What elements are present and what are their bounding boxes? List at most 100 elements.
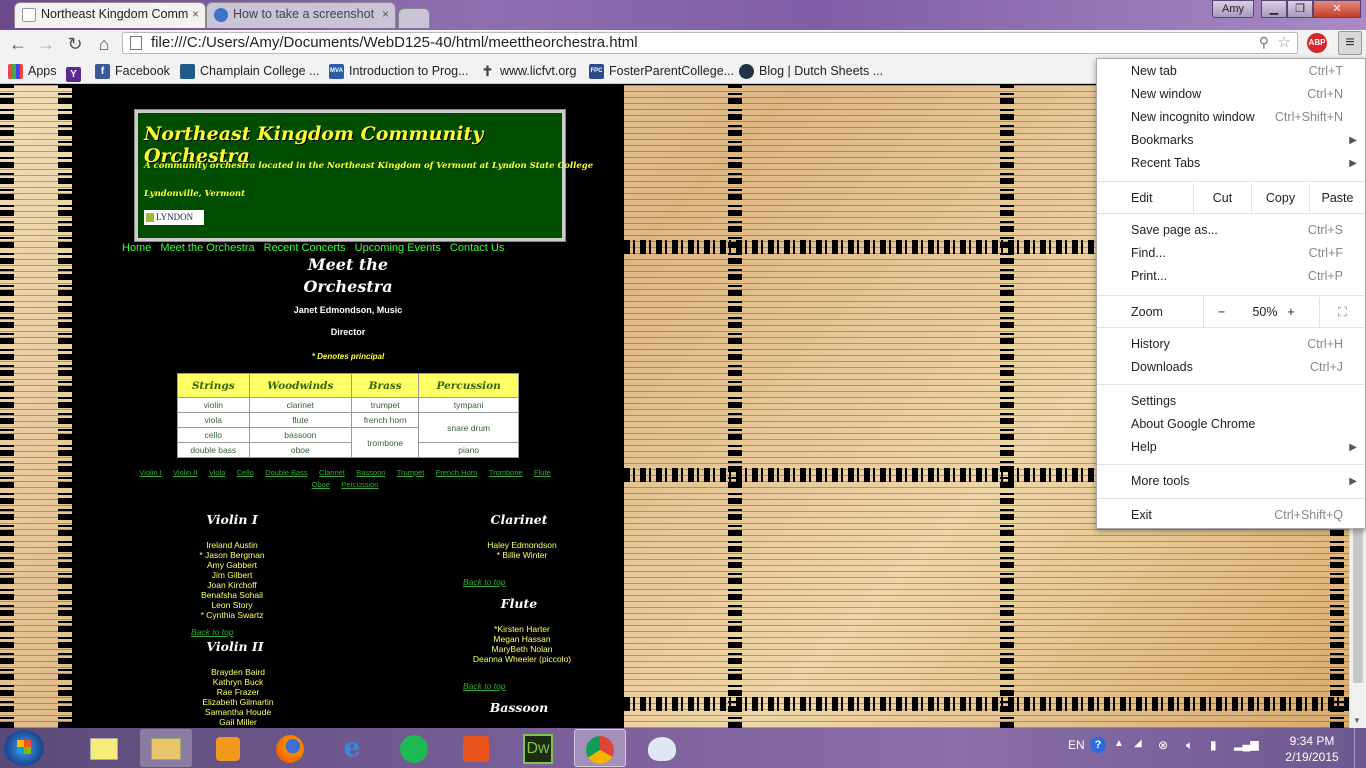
menu-settings[interactable]: Settings xyxy=(1131,390,1176,413)
fpc-icon: FPC xyxy=(589,64,604,79)
volume-icon[interactable]: 🔈︎ xyxy=(1186,738,1193,753)
jump-trombone[interactable]: Trombone xyxy=(489,468,523,477)
jump-bassoon[interactable]: Bassoon xyxy=(356,468,385,477)
help-icon[interactable]: ? xyxy=(1090,737,1106,753)
bookmark-yahoo[interactable]: Y xyxy=(66,62,81,82)
show-desktop-button[interactable] xyxy=(1354,728,1366,768)
bookmark-dutch-sheets[interactable]: Blog | Dutch Sheets ... xyxy=(739,62,883,80)
bookmark-apps[interactable]: Apps xyxy=(8,62,57,80)
chrome-menu-icon[interactable]: ≡ xyxy=(1338,31,1362,55)
menu-history[interactable]: History xyxy=(1131,333,1170,356)
nav-meet-orchestra[interactable]: Meet the Orchestra xyxy=(160,242,254,254)
back-to-top-link[interactable]: Back to top xyxy=(463,681,506,691)
back-to-top-link[interactable]: Back to top xyxy=(463,577,506,587)
language-indicator[interactable]: EN xyxy=(1068,738,1085,752)
search-icon[interactable]: ⚲ xyxy=(1259,34,1269,51)
menu-new-tab[interactable]: New tab xyxy=(1131,60,1177,83)
menu-help[interactable]: Help xyxy=(1131,436,1157,459)
clock-date[interactable]: 2/19/2015 xyxy=(1282,750,1342,764)
start-button[interactable] xyxy=(4,730,44,766)
menu-find[interactable]: Find... xyxy=(1131,242,1166,265)
menu-paste[interactable]: Paste xyxy=(1309,183,1365,213)
scroll-down-icon[interactable]: ▼ xyxy=(1353,716,1361,725)
menu-downloads[interactable]: Downloads xyxy=(1131,356,1193,379)
reload-icon[interactable]: ↻ xyxy=(65,34,85,54)
zoom-in-button[interactable]: + xyxy=(1273,297,1309,327)
th-percussion: Percussion xyxy=(418,373,519,398)
forward-icon[interactable]: → xyxy=(36,34,56,54)
adblock-icon[interactable]: ABP xyxy=(1307,33,1327,53)
taskbar-chrome-icon[interactable] xyxy=(574,729,626,767)
jump-cello[interactable]: Cello xyxy=(237,468,254,477)
yahoo-icon: Y xyxy=(66,67,81,82)
shortcut: Ctrl+F xyxy=(1308,246,1343,260)
taskbar-notes-icon[interactable] xyxy=(78,729,130,767)
member-name: Haley Edmondson xyxy=(487,540,557,550)
close-tab-icon[interactable]: × xyxy=(192,3,199,25)
taskbar-office-icon[interactable] xyxy=(450,729,502,767)
bookmark-licfvt[interactable]: ✝ www.licfvt.org xyxy=(480,62,577,80)
tab-screenshot[interactable]: How to take a screenshot × xyxy=(206,2,396,28)
jump-percussion[interactable]: Percussion xyxy=(341,480,378,489)
table-cell: viola xyxy=(177,412,250,428)
bookmark-facebook[interactable]: f Facebook xyxy=(95,62,170,80)
jump-clarinet[interactable]: Clarinet xyxy=(319,468,345,477)
taskbar-dreamweaver-icon[interactable]: Dw xyxy=(512,729,564,767)
member-name: Amy Gabbert xyxy=(206,560,258,570)
taskbar-firefox-icon[interactable] xyxy=(264,729,316,767)
menu-about-chrome[interactable]: About Google Chrome xyxy=(1131,413,1255,436)
show-hidden-icons-icon[interactable]: ▲ xyxy=(1114,738,1124,749)
fullscreen-icon[interactable]: ⛶ xyxy=(1319,297,1365,327)
star-icon[interactable]: ☆ xyxy=(1278,33,1291,51)
taskbar-media-player-icon[interactable] xyxy=(202,729,254,767)
jump-violin2[interactable]: Violin II xyxy=(173,468,197,477)
menu-cut[interactable]: Cut xyxy=(1193,183,1251,213)
menu-more-tools[interactable]: More tools xyxy=(1131,470,1189,493)
bookmark-fosterparent[interactable]: FPC FosterParentCollege... xyxy=(589,62,734,80)
member-name: Leon Story xyxy=(211,600,253,610)
network-share-icon[interactable]: ⊗ xyxy=(1158,738,1168,752)
taskbar-explorer-icon[interactable] xyxy=(140,729,192,767)
tab-northeast-kingdom[interactable]: Northeast Kingdom Comm × xyxy=(14,2,206,28)
jump-oboe[interactable]: Oboe xyxy=(312,480,330,489)
new-tab-button[interactable] xyxy=(398,8,430,28)
menu-exit[interactable]: Exit xyxy=(1131,504,1152,527)
menu-recent-tabs[interactable]: Recent Tabs xyxy=(1131,152,1200,175)
menu-new-incognito[interactable]: New incognito window xyxy=(1131,106,1255,129)
home-icon[interactable]: ⌂ xyxy=(94,34,114,54)
jump-trumpet[interactable]: Trumpet xyxy=(397,468,425,477)
taskbar-ie-icon[interactable]: e xyxy=(326,729,378,767)
zoom-out-button[interactable]: − xyxy=(1203,297,1239,327)
bookmark-intro-prog[interactable]: MVA Introduction to Prog... xyxy=(329,62,469,80)
clock-time[interactable]: 9:34 PM xyxy=(1282,734,1342,748)
signal-icon[interactable]: ▂▄▆ xyxy=(1234,738,1259,751)
maximize-button[interactable]: ❐ xyxy=(1287,0,1313,18)
close-window-button[interactable]: ✕ xyxy=(1313,0,1361,18)
bookmark-champlain[interactable]: Champlain College ... xyxy=(180,62,320,80)
close-tab-icon[interactable]: × xyxy=(382,3,389,25)
battery-icon[interactable]: ▮ xyxy=(1210,738,1217,752)
jump-french-horn[interactable]: French Horn xyxy=(436,468,478,477)
menu-copy[interactable]: Copy xyxy=(1251,183,1309,213)
address-bar[interactable]: file:///C:/Users/Amy/Documents/WebD125-4… xyxy=(122,32,1298,54)
jump-violin1[interactable]: Violin I xyxy=(139,468,161,477)
menu-save-page[interactable]: Save page as... xyxy=(1131,219,1218,242)
tray-app-icon[interactable]: ◢ xyxy=(1134,738,1142,749)
section-heading-clarinet: Clarinet xyxy=(490,512,548,527)
minimize-button[interactable]: ▁ xyxy=(1261,0,1287,18)
back-icon[interactable]: ← xyxy=(8,34,28,54)
nav-contact[interactable]: Contact Us xyxy=(450,242,504,254)
menu-bookmarks[interactable]: Bookmarks xyxy=(1131,129,1194,152)
taskbar-spotify-icon[interactable] xyxy=(388,729,440,767)
taskbar-paint-icon[interactable] xyxy=(636,729,688,767)
jump-flute[interactable]: Flute xyxy=(534,468,551,477)
jump-double-bass[interactable]: Double Bass xyxy=(265,468,308,477)
jump-viola[interactable]: Viola xyxy=(209,468,226,477)
nav-recent-concerts[interactable]: Recent Concerts xyxy=(264,242,346,254)
back-to-top-link[interactable]: Back to top xyxy=(191,627,234,637)
nav-home[interactable]: Home xyxy=(122,242,151,254)
menu-print[interactable]: Print... xyxy=(1131,265,1167,288)
nav-upcoming-events[interactable]: Upcoming Events xyxy=(355,242,441,254)
menu-new-window[interactable]: New window xyxy=(1131,83,1201,106)
profile-button[interactable]: Amy xyxy=(1212,0,1254,18)
